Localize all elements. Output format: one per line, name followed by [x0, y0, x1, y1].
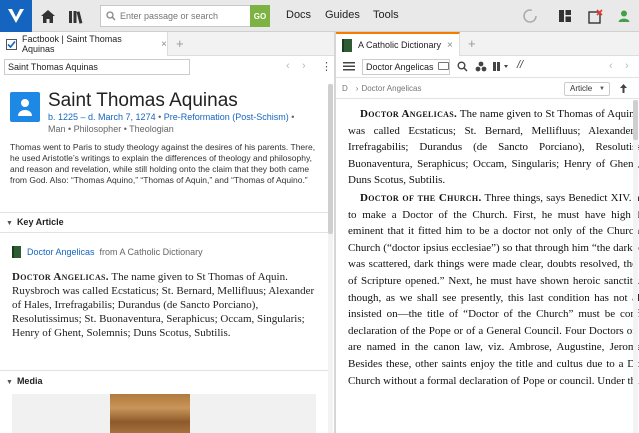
scrollbar-thumb[interactable]: [633, 100, 638, 140]
go-button[interactable]: GO: [250, 5, 270, 27]
media-gallery: [12, 394, 316, 433]
top-toolbar: GO Docs Guides Tools: [0, 0, 639, 32]
forward-arrow-icon[interactable]: ›: [302, 60, 306, 72]
book-icon: [342, 38, 352, 52]
forward-arrow-icon[interactable]: ›: [625, 60, 629, 72]
key-article-heading: Key Article: [16, 217, 64, 227]
dictionary-article: Doctor Angelicas. The name given to St T…: [336, 100, 639, 433]
article-paragraph: Doctor Angelicas. The name given to St T…: [348, 106, 639, 189]
library-icon: [69, 10, 83, 24]
home-button[interactable]: [38, 6, 58, 26]
dropdown-arrow-icon: ▼: [599, 86, 605, 92]
right-scrollbar[interactable]: [633, 100, 638, 433]
collapse-arrow-icon: ▼: [6, 379, 13, 386]
close-icon[interactable]: ×: [447, 40, 453, 51]
home-icon: [41, 9, 55, 23]
key-article-source: from A Catholic Dictionary: [99, 247, 203, 257]
close-panels-button[interactable]: [585, 6, 605, 26]
menu-guides[interactable]: Guides: [325, 9, 360, 21]
person-bio: Thomas went to Paris to study theology a…: [10, 142, 316, 185]
divider: [0, 212, 328, 213]
key-article-excerpt: Doctor Angelicas. The name given to St T…: [12, 270, 322, 340]
headword-term: Doctor Angelicas.: [360, 108, 458, 120]
breadcrumb-separator: ›: [355, 84, 359, 93]
text-comparison-icon[interactable]: //: [517, 59, 523, 71]
breadcrumb-current: Doctor Angelicas: [361, 84, 422, 93]
layout-icon: [559, 10, 571, 22]
collapse-arrow-icon: ▼: [6, 220, 13, 227]
user-icon: [618, 10, 630, 22]
library-button[interactable]: [66, 6, 86, 26]
window-close-icon: [587, 8, 603, 24]
article-dropdown[interactable]: Article ▼: [564, 82, 610, 96]
key-article-term: Doctor Angelicas.: [12, 271, 109, 283]
person-name: Saint Thomas Aquinas: [48, 90, 238, 111]
article-text: Doctor Angelicas. The name given to St T…: [348, 106, 639, 390]
passage-search-input[interactable]: [116, 7, 246, 25]
passage-search-box: GO: [100, 5, 270, 27]
scroll-up-icon[interactable]: [619, 83, 628, 94]
right-panel-subbar: D › Doctor Angelicas Article ▼: [336, 79, 639, 99]
left-scrollbar[interactable]: [328, 84, 333, 433]
parallel-resources-icon[interactable]: [493, 61, 509, 72]
media-section-toggle[interactable]: ▼ Media: [6, 376, 42, 386]
tab-factbook[interactable]: Factbook | Saint Thomas Aquinas ×: [0, 32, 168, 56]
app-logo[interactable]: [0, 0, 32, 32]
scrollbar-thumb[interactable]: [328, 84, 333, 234]
menu-tools[interactable]: Tools: [373, 9, 399, 21]
search-icon: [106, 11, 116, 21]
logo-icon: [8, 9, 24, 23]
era-link[interactable]: Pre-Reformation (Post-Schism): [164, 112, 289, 122]
tab-title: Factbook | Saint Thomas Aquinas: [22, 34, 122, 54]
person-icon: [18, 99, 32, 116]
add-tab-button[interactable]: +: [468, 36, 476, 51]
person-avatar: [10, 92, 40, 122]
back-arrow-icon[interactable]: ‹: [286, 60, 290, 72]
keyboard-icon[interactable]: [438, 62, 449, 70]
search-icon[interactable]: [457, 61, 468, 72]
divider: [0, 370, 328, 371]
menu-docs[interactable]: Docs: [286, 9, 311, 21]
headword-marker: D: [342, 84, 348, 93]
add-tab-button[interactable]: +: [176, 36, 184, 51]
sync-button[interactable]: [520, 6, 540, 26]
more-options-icon[interactable]: ⋮: [321, 60, 332, 73]
back-arrow-icon[interactable]: ‹: [609, 60, 613, 72]
article-dropdown-label: Article: [570, 84, 593, 93]
visual-filters-icon[interactable]: [475, 61, 487, 72]
factbook-content: Saint Thomas Aquinas b. 1225 – d. March …: [0, 84, 334, 433]
factbook-icon: [6, 38, 17, 50]
close-icon[interactable]: ×: [161, 39, 167, 50]
paragraph-body: Three things, says Benedict XIV. are req…: [348, 191, 639, 387]
tab-title: A Catholic Dictionary: [358, 40, 442, 50]
divider: [0, 232, 328, 233]
media-image[interactable]: [110, 394, 190, 433]
key-article-reference: Doctor Angelicas from A Catholic Diction…: [12, 246, 203, 258]
article-paragraph: Doctor of the Church. Three things, says…: [348, 190, 639, 389]
person-tags: Man • Philosopher • Theologian: [48, 124, 174, 134]
hamburger-menu-icon[interactable]: [343, 60, 355, 72]
headword-term: Doctor of the Church.: [360, 191, 482, 204]
account-button[interactable]: [614, 6, 634, 26]
book-icon: [12, 246, 21, 258]
person-dates-line: b. 1225 – d. March 7, 1274 • Pre-Reforma…: [48, 112, 294, 122]
right-panel-toolbar: Doctor Angelicas // ‹ ›: [336, 56, 639, 78]
key-article-link[interactable]: Doctor Angelicas: [27, 247, 95, 257]
left-tab-bar: Factbook | Saint Thomas Aquinas × +: [0, 32, 334, 56]
bullet-separator: •: [291, 112, 295, 122]
factbook-search-input[interactable]: Saint Thomas Aquinas: [4, 59, 190, 75]
layouts-button[interactable]: [555, 6, 575, 26]
life-dates-link[interactable]: b. 1225 – d. March 7, 1274: [48, 112, 156, 122]
right-tab-bar: A Catholic Dictionary × +: [336, 32, 639, 56]
left-panel-toolbar: Saint Thomas Aquinas ‹ › ⋮: [0, 56, 334, 78]
breadcrumb[interactable]: D › Doctor Angelicas: [342, 84, 421, 93]
key-article-section-toggle[interactable]: ▼ Key Article: [6, 217, 64, 227]
tab-catholic-dictionary[interactable]: A Catholic Dictionary ×: [336, 32, 460, 56]
reference-input[interactable]: Doctor Angelicas: [362, 59, 450, 75]
media-heading: Media: [16, 376, 43, 386]
sync-icon: [523, 9, 537, 23]
